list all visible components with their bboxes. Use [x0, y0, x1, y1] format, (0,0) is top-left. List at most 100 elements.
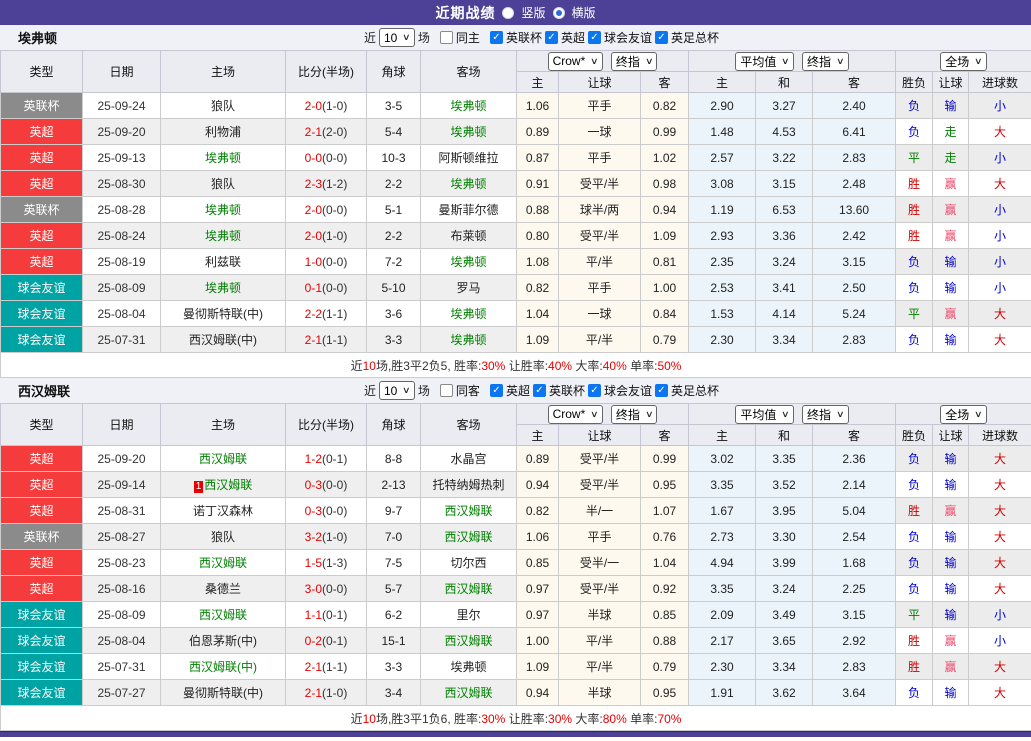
match-date: 25-08-24 [83, 223, 161, 249]
away-team: 布莱顿 [421, 223, 517, 249]
league-label[interactable]: 英超 [561, 29, 585, 46]
league-label[interactable]: 英超 [506, 382, 530, 399]
handicap-source-value: Crow* [553, 54, 586, 68]
euro-home-odds: 1.67 [689, 498, 756, 524]
handicap-line: 半球 [559, 680, 641, 706]
match-count-select[interactable]: 10 ∨ [379, 28, 415, 47]
home-team: 狼队 [161, 171, 286, 197]
result-scope-select[interactable]: 全场 ∨ [940, 52, 987, 71]
euro-time-select[interactable]: 终指 ∨ [802, 405, 849, 424]
league-checkbox[interactable] [655, 384, 668, 397]
handicap-time-select[interactable]: 终指 ∨ [611, 405, 658, 424]
handicap-source-select[interactable]: Crow* ∨ [548, 405, 603, 424]
league-label[interactable]: 球会友谊 [604, 382, 652, 399]
radio-vertical-layout[interactable] [502, 7, 514, 19]
result-wdl: 负 [896, 524, 933, 550]
corner-count: 5-10 [367, 275, 421, 301]
handicap-source-select[interactable]: Crow* ∨ [548, 52, 603, 71]
league-label[interactable]: 球会友谊 [604, 29, 652, 46]
col-away: 客场 [421, 51, 517, 93]
result-wdl: 胜 [896, 628, 933, 654]
euro-source-select[interactable]: 平均值 ∨ [735, 52, 794, 71]
euro-draw-odds: 3.24 [756, 576, 813, 602]
match-score: 2-1(1-1) [286, 654, 367, 680]
handicap-line: 平手 [559, 524, 641, 550]
match-date: 25-08-09 [83, 275, 161, 301]
league-label[interactable]: 英足总杯 [671, 29, 719, 46]
result-handicap: 输 [933, 680, 969, 706]
team-section-everton: 埃弗顿 近 10 ∨ 场 同主 英联杯 英超 球会友谊 英足总杯 [0, 25, 1031, 378]
handicap-home-odds: 0.91 [517, 171, 559, 197]
match-type-badge: 英超 [1, 249, 83, 275]
match-count-select[interactable]: 10 ∨ [379, 381, 415, 400]
match-row: 球会友谊25-08-04曼彻斯特联(中)2-2(1-1)3-6埃弗顿1.04一球… [1, 301, 1031, 327]
corner-count: 2-13 [367, 472, 421, 498]
match-row: 球会友谊25-08-09西汉姆联1-1(0-1)6-2里尔0.97半球0.852… [1, 602, 1031, 628]
corner-count: 6-2 [367, 602, 421, 628]
league-checkbox[interactable] [588, 384, 601, 397]
away-team: 埃弗顿 [421, 327, 517, 353]
match-type-badge: 球会友谊 [1, 680, 83, 706]
result-handicap: 输 [933, 472, 969, 498]
league-checkbox[interactable] [655, 31, 668, 44]
euro-home-odds: 2.09 [689, 602, 756, 628]
corner-count: 3-3 [367, 327, 421, 353]
euro-away-odds: 2.83 [813, 654, 896, 680]
matches-label: 场 [418, 382, 430, 399]
euro-home-odds: 3.08 [689, 171, 756, 197]
col-away: 客场 [421, 404, 517, 446]
match-row: 英超25-09-20利物浦2-1(2-0)5-4埃弗顿0.89一球0.991.4… [1, 119, 1031, 145]
league-checkbox[interactable] [490, 31, 503, 44]
handicap-line: 半球 [559, 602, 641, 628]
same-away-label[interactable]: 同客 [456, 382, 480, 399]
same-home-label[interactable]: 同主 [456, 29, 480, 46]
away-team: 西汉姆联 [421, 524, 517, 550]
league-checkbox[interactable] [490, 384, 503, 397]
euro-draw-odds: 3.99 [756, 550, 813, 576]
euro-source-select[interactable]: 平均值 ∨ [735, 405, 794, 424]
corner-count: 3-6 [367, 301, 421, 327]
handicap-time-select[interactable]: 终指 ∨ [611, 52, 658, 71]
handicap-away-odds: 0.94 [641, 197, 689, 223]
result-wdl: 负 [896, 275, 933, 301]
match-type-badge: 球会友谊 [1, 602, 83, 628]
match-type-badge: 英联杯 [1, 524, 83, 550]
match-type-badge: 球会友谊 [1, 301, 83, 327]
col-result-wdl: 胜负 [896, 425, 933, 446]
result-scope-value: 全场 [945, 406, 969, 423]
same-away-checkbox[interactable] [440, 384, 453, 397]
corner-count: 2-2 [367, 223, 421, 249]
corner-count: 3-4 [367, 680, 421, 706]
handicap-home-odds: 1.06 [517, 93, 559, 119]
home-team: 曼彻斯特联(中) [161, 301, 286, 327]
league-checkbox[interactable] [588, 31, 601, 44]
filter-controls: 近 10 ∨ 场 同主 英联杯 英超 球会友谊 英足总杯 [364, 28, 719, 47]
euro-draw-odds: 3.24 [756, 249, 813, 275]
league-label[interactable]: 英联杯 [506, 29, 542, 46]
radio-vertical-label[interactable]: 竖版 [521, 4, 545, 21]
radio-horizontal-label[interactable]: 横版 [572, 4, 596, 21]
match-type-badge: 英超 [1, 446, 83, 472]
col-handicap-home: 主 [517, 72, 559, 93]
euro-away-odds: 3.64 [813, 680, 896, 706]
league-label[interactable]: 英联杯 [549, 382, 585, 399]
match-date: 25-09-24 [83, 93, 161, 119]
euro-away-odds: 1.68 [813, 550, 896, 576]
euro-time-select[interactable]: 终指 ∨ [802, 52, 849, 71]
league-checkbox[interactable] [545, 31, 558, 44]
filter-controls: 近 10 ∨ 场 同客 英超 英联杯 球会友谊 英足总杯 [364, 381, 719, 400]
league-checkbox[interactable] [533, 384, 546, 397]
result-wdl: 平 [896, 301, 933, 327]
away-team: 埃弗顿 [421, 171, 517, 197]
result-scope-select[interactable]: 全场 ∨ [940, 405, 987, 424]
league-label[interactable]: 英足总杯 [671, 382, 719, 399]
match-count-value: 10 [384, 31, 397, 45]
radio-horizontal-layout[interactable] [553, 7, 565, 19]
euro-away-odds: 2.83 [813, 327, 896, 353]
match-type-badge: 球会友谊 [1, 654, 83, 680]
same-home-checkbox[interactable] [440, 31, 453, 44]
away-team: 水晶宫 [421, 446, 517, 472]
handicap-away-odds: 0.82 [641, 93, 689, 119]
match-row: 球会友谊25-07-31西汉姆联(中)2-1(1-1)3-3埃弗顿1.09平/半… [1, 327, 1031, 353]
result-goals: 大 [969, 301, 1031, 327]
